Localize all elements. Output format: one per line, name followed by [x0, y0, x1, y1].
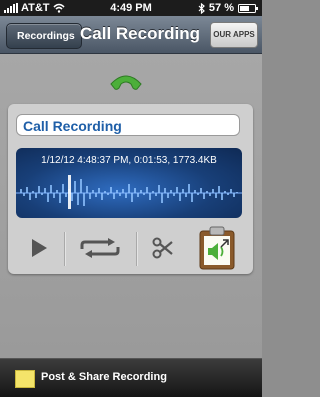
our-apps-button[interactable]: OUR APPS	[210, 22, 258, 48]
battery-icon	[238, 3, 258, 13]
play-button[interactable]	[16, 224, 61, 272]
battery-label: 57 %	[208, 2, 234, 14]
repeat-button[interactable]	[70, 224, 130, 272]
recordings-back-button[interactable]: Recordings	[6, 23, 82, 49]
share-clipboard-button[interactable]	[194, 224, 240, 272]
recording-name-field[interactable]: Call Recording	[16, 114, 240, 136]
play-icon	[31, 239, 47, 257]
repeat-icon	[80, 238, 120, 258]
note-icon	[15, 370, 35, 388]
post-share-label: Post & Share Recording	[41, 371, 167, 383]
recording-card: Call Recording 1/12/12 4:48:37 PM, 0:01:…	[8, 104, 253, 274]
divider	[64, 232, 66, 266]
status-right: 57 %	[198, 2, 258, 14]
playback-controls	[8, 224, 253, 272]
status-bar: AT&T 4:49 PM 57 %	[0, 0, 262, 16]
navigation-bar: Recordings Call Recording OUR APPS	[0, 16, 262, 54]
page-title: Call Recording	[80, 24, 200, 43]
clipboard-speaker-icon	[199, 226, 235, 270]
phone-handset-icon	[110, 75, 142, 90]
recording-info: 1/12/12 4:48:37 PM, 0:01:53, 1773.4KB	[41, 155, 217, 166]
bottom-toolbar[interactable]: Post & Share Recording	[0, 358, 262, 397]
divider	[136, 232, 138, 266]
trim-button[interactable]	[142, 224, 184, 272]
scissors-icon	[152, 237, 173, 259]
bluetooth-icon	[198, 2, 205, 14]
waveform-view[interactable]: 1/12/12 4:48:37 PM, 0:01:53, 1773.4KB	[16, 148, 242, 218]
